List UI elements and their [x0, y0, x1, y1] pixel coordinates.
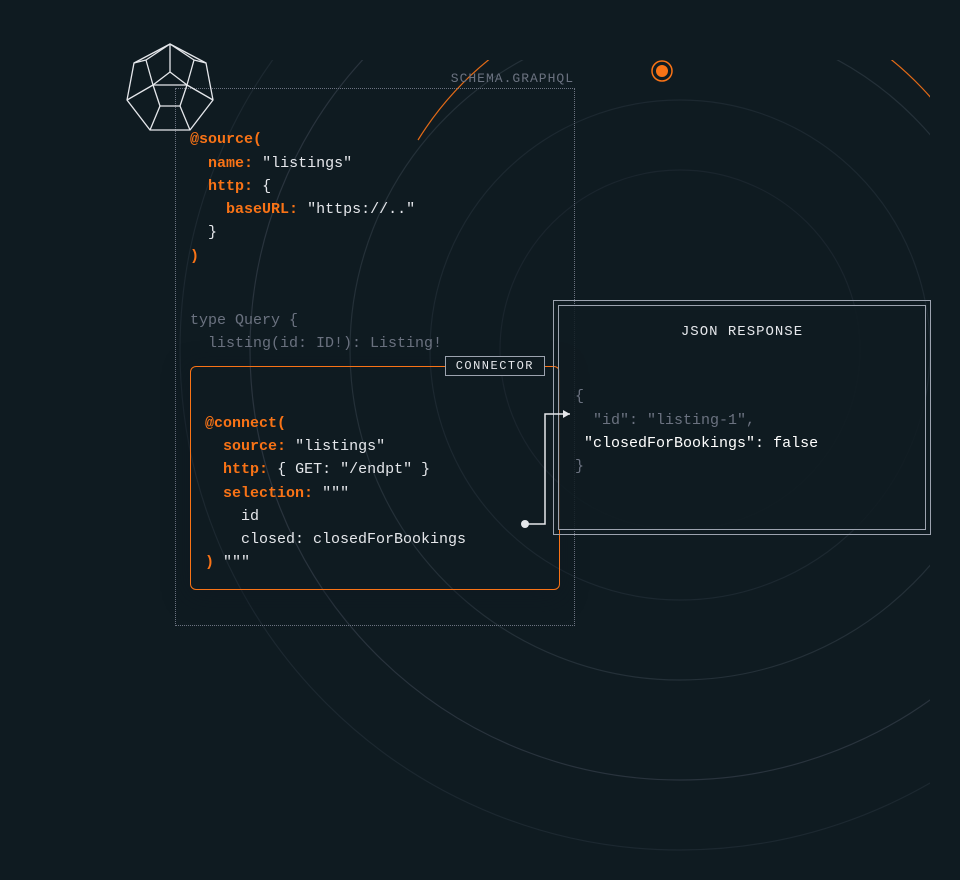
connector-panel: CONNECTOR @connect( source: "listings" h… — [190, 366, 560, 590]
connector-code: @connect( source: "listings" http: { GET… — [205, 389, 545, 575]
json-response-panel: JSON RESPONSE { "id": "listing-1", "clos… — [558, 305, 926, 530]
source-directive-code: @source( name: "listings" http: { baseUR… — [190, 105, 560, 268]
arrow-origin-dot — [521, 520, 529, 528]
schema-panel: SCHEMA.GRAPHQL @source( name: "listings"… — [175, 88, 575, 626]
json-response-code: { "id": "listing-1", "closedForBookings"… — [575, 362, 909, 478]
schema-label: SCHEMA.GRAPHQL — [451, 71, 574, 86]
connector-badge: CONNECTOR — [445, 356, 545, 376]
dodecahedron-icon — [120, 38, 220, 138]
query-type-code: type Query { listing(id: ID!): Listing! — [190, 286, 560, 356]
json-response-title: JSON RESPONSE — [575, 324, 909, 340]
